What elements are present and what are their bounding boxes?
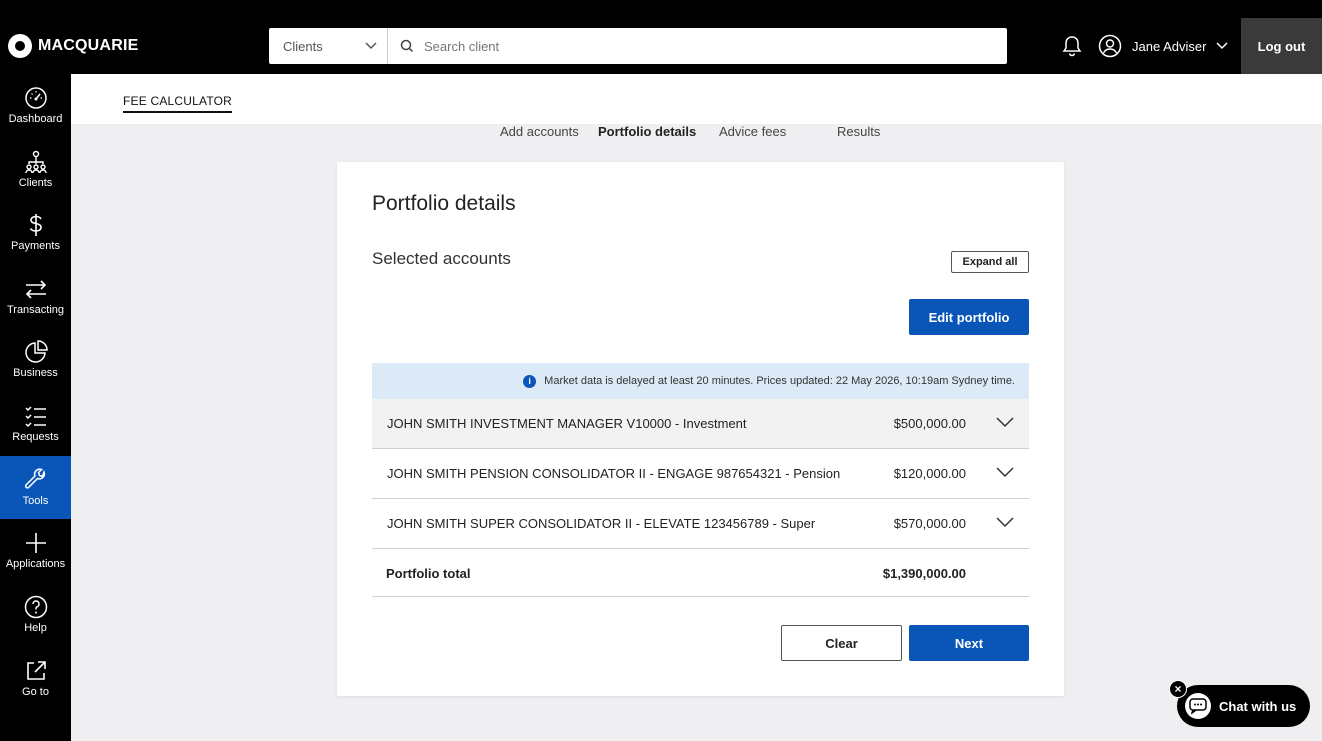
sidebar-item-label: Business [13,367,58,379]
sidebar-item-help[interactable]: Help [0,583,71,646]
step-advice-fees[interactable]: Advice fees [719,124,786,139]
step-results[interactable]: Results [837,124,880,139]
sidebar-item-label: Applications [5,558,66,570]
stepper: Add accounts Portfolio details Advice fe… [0,124,1322,140]
search-icon [400,39,414,53]
account-amount: $570,000.00 [893,516,966,531]
dollar-icon [29,214,42,236]
help-icon [24,595,47,619]
search-scope-value: Clients [283,38,323,54]
sidebar-item-label: Help [24,622,47,634]
card-title: Portfolio details [372,192,516,215]
sidebar-item-clients[interactable]: Clients [0,138,71,201]
logout-button[interactable]: Log out [1241,18,1322,74]
close-icon[interactable]: × [1169,680,1187,698]
account-row[interactable]: JOHN SMITH SUPER CONSOLIDATOR II - ELEVA… [372,499,1029,549]
step-portfolio-details[interactable]: Portfolio details [598,124,696,139]
notice-text: Market data is delayed at least 20 minut… [544,375,1015,387]
search-bar: Clients [269,28,1007,64]
sidebar-item-label: Requests [12,431,59,443]
chevron-down-icon [365,42,377,50]
total-label: Portfolio total [386,566,471,581]
section-title: Selected accounts [372,249,511,268]
step-add-accounts[interactable]: Add accounts [500,124,579,139]
search-input[interactable] [424,38,984,54]
clear-button[interactable]: Clear [781,625,902,661]
account-row[interactable]: JOHN SMITH INVESTMENT MANAGER V10000 - I… [372,399,1029,449]
user-menu[interactable]: Jane Adviser [1098,34,1228,58]
page-title[interactable]: FEE CALCULATOR [123,94,233,113]
user-avatar-icon [1098,34,1122,58]
next-button[interactable]: Next [909,625,1029,661]
user-name: Jane Adviser [1132,38,1207,54]
list-icon [24,406,46,428]
top-strip [0,0,1322,18]
expand-all-button[interactable]: Expand all [951,251,1029,273]
wrench-icon [24,468,45,489]
account-name: JOHN SMITH SUPER CONSOLIDATOR II - ELEVA… [387,516,816,531]
notifications-button[interactable] [1061,34,1083,63]
brand-name: MACQUARIE [38,37,139,54]
brand-logo[interactable]: MACQUARIE [8,34,138,58]
pie-chart-icon [24,340,48,363]
sidebar-item-goto[interactable]: Go to [0,647,71,710]
chevron-down-icon[interactable] [996,417,1014,428]
account-amount: $500,000.00 [893,416,966,431]
total-amount: $1,390,000.00 [882,566,966,581]
content-header: FEE CALCULATOR [71,74,1322,124]
info-icon: i [523,374,537,388]
chat-icon [1185,693,1211,719]
account-name: JOHN SMITH INVESTMENT MANAGER V10000 - I… [387,416,747,431]
sidebar: Dashboard Clients Payments Transacting B… [0,74,71,741]
edit-portfolio-button[interactable]: Edit portfolio [909,299,1029,335]
chevron-down-icon[interactable] [996,517,1014,528]
macquarie-logo-icon [8,34,32,58]
account-amount: $120,000.00 [893,466,966,481]
sidebar-item-tools[interactable]: Tools [0,456,71,519]
sidebar-item-requests[interactable]: Requests [0,392,71,455]
market-data-notice: i Market data is delayed at least 20 min… [372,363,1029,399]
plus-icon [25,533,46,553]
sidebar-item-label: Payments [11,240,60,252]
search-field [388,28,1007,64]
dashboard-icon [24,87,47,109]
sidebar-item-applications[interactable]: Applications [0,519,71,582]
search-scope-select[interactable]: Clients [269,28,388,64]
portfolio-total-row: Portfolio total $1,390,000.00 [372,549,1029,597]
external-link-icon [26,661,46,680]
transfer-icon [25,280,46,299]
chevron-down-icon[interactable] [996,467,1014,478]
bell-icon [1062,36,1082,57]
top-bar: MACQUARIE Clients Jane Adviser Log out [0,0,1322,74]
account-name: JOHN SMITH PENSION CONSOLIDATOR II - ENG… [387,466,841,481]
sidebar-item-label: Clients [18,177,53,189]
sidebar-item-transacting[interactable]: Transacting [0,265,71,328]
sidebar-item-payments[interactable]: Payments [0,201,71,264]
sidebar-item-label: Transacting [6,304,65,316]
sidebar-item-label: Tools [22,495,49,507]
chevron-down-icon [1216,42,1228,50]
chat-widget-button[interactable]: Chat with us [1177,685,1310,727]
sidebar-item-business[interactable]: Business [0,328,71,391]
chat-label: Chat with us [1219,698,1297,714]
portfolio-card: Portfolio details Selected accounts Expa… [337,162,1064,696]
sidebar-item-label: Go to [22,686,49,698]
account-row[interactable]: JOHN SMITH PENSION CONSOLIDATOR II - ENG… [372,449,1029,499]
clients-icon [24,150,47,174]
